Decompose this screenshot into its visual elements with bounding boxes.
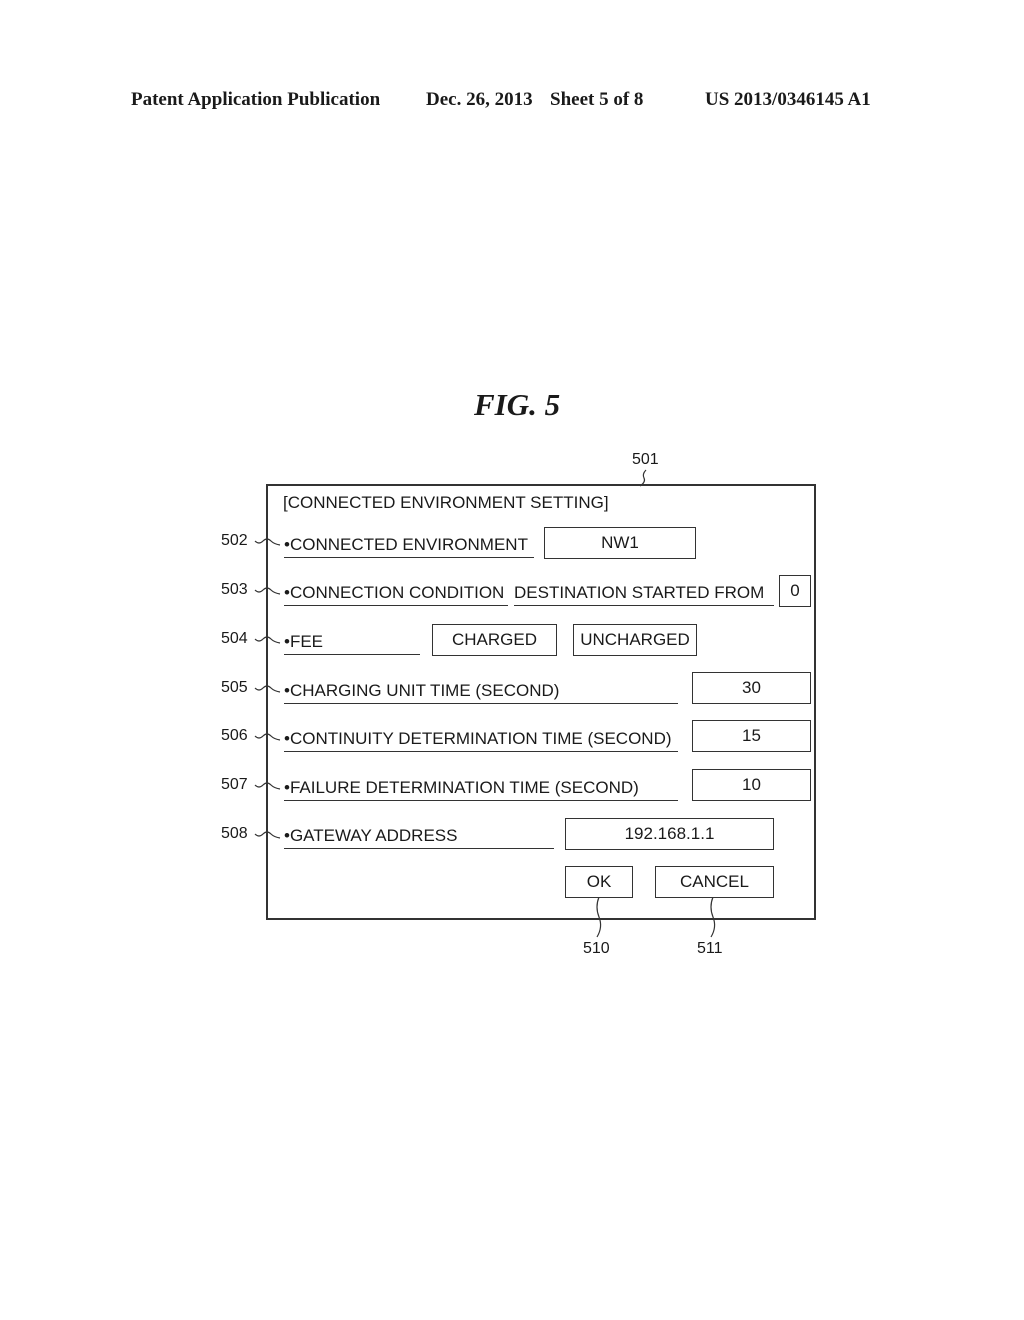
connected-environment-label: •CONNECTED ENVIRONMENT: [284, 535, 534, 558]
patent-number: US 2013/0346145 A1: [705, 89, 871, 110]
sheet-number: Sheet 5 of 8: [550, 89, 644, 110]
charging-unit-time-label: •CHARGING UNIT TIME (SECOND): [284, 681, 678, 704]
charging-unit-time-field[interactable]: 30: [692, 672, 811, 704]
ref-504: 504: [221, 630, 248, 647]
connected-environment-field[interactable]: NW1: [544, 527, 696, 559]
ref-503: 503: [221, 581, 248, 598]
ref-501: 501: [632, 451, 659, 468]
continuity-determination-time-label: •CONTINUITY DETERMINATION TIME (SECOND): [284, 729, 678, 752]
uncharged-button[interactable]: UNCHARGED: [573, 624, 697, 656]
destination-started-from-label: DESTINATION STARTED FROM: [514, 583, 774, 606]
gateway-address-label: •GATEWAY ADDRESS: [284, 826, 554, 849]
ref-506: 506: [221, 727, 248, 744]
continuity-determination-time-field[interactable]: 15: [692, 720, 811, 752]
publication-label: Patent Application Publication: [131, 89, 381, 110]
ref-511: 511: [697, 940, 723, 957]
ref-510: 510: [583, 940, 610, 957]
figure-title: FIG. 5: [474, 387, 561, 422]
ok-button[interactable]: OK: [565, 866, 633, 898]
ref-502: 502: [221, 532, 248, 549]
cancel-button[interactable]: CANCEL: [655, 866, 774, 898]
dialog-title: [CONNECTED ENVIRONMENT SETTING]: [283, 493, 609, 512]
publication-date: Dec. 26, 2013: [426, 89, 533, 110]
destination-started-from-field[interactable]: 0: [779, 575, 811, 607]
charged-button[interactable]: CHARGED: [432, 624, 557, 656]
failure-determination-time-field[interactable]: 10: [692, 769, 811, 801]
fee-label: •FEE: [284, 632, 420, 655]
ref-507: 507: [221, 776, 248, 793]
gateway-address-field[interactable]: 192.168.1.1: [565, 818, 774, 850]
ref-508: 508: [221, 825, 248, 842]
ref-505: 505: [221, 679, 248, 696]
connection-condition-label: •CONNECTION CONDITION: [284, 583, 508, 606]
failure-determination-time-label: •FAILURE DETERMINATION TIME (SECOND): [284, 778, 678, 801]
